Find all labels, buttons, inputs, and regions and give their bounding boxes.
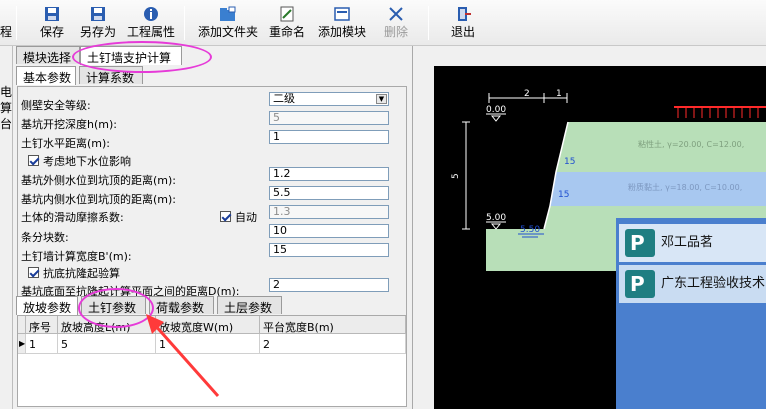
chevron-down-icon[interactable]: ▼	[376, 94, 387, 104]
groundwater-checkbox[interactable]: 考虑地下水位影响	[28, 153, 131, 169]
project-properties-icon	[144, 7, 158, 21]
outer-water-label: 基坑外侧水位到坑顶的距离(m):	[21, 174, 177, 187]
friction-auto-label: 自动	[235, 211, 257, 224]
popup-item-guangdong[interactable]: P 广东工程验收技术	[619, 265, 766, 303]
row-indicator-header	[18, 316, 26, 334]
nail-spacing-field[interactable]: 1	[269, 130, 389, 144]
safety-grade-select[interactable]: 二级 ▼	[269, 92, 389, 106]
annotation-arrow	[146, 314, 220, 397]
add-module-icon	[334, 7, 350, 21]
table-cell[interactable]: 2	[260, 334, 406, 354]
popup-item-label: 邓工品茗	[661, 235, 714, 250]
strips-field[interactable]: 10	[269, 224, 389, 238]
save-as-label: 另存为	[79, 25, 116, 39]
left-tree-strip: 电 算 台	[0, 46, 13, 409]
rename-button[interactable]: 重命名	[267, 6, 307, 42]
popup-item-label: 广东工程验收技术	[661, 276, 766, 291]
safety-grade-value: 二级	[273, 92, 295, 105]
save-label: 保存	[39, 25, 64, 39]
exit-label: 退出	[450, 25, 475, 39]
sub-tab-row: 基本参数 计算系数	[16, 66, 406, 85]
delete-button[interactable]: 删除	[382, 6, 410, 42]
add-module-label: 添加模块	[317, 25, 366, 39]
angle-label: 15	[558, 190, 569, 200]
popup-item-deng[interactable]: P 邓工品茗	[619, 224, 766, 262]
left-strip-text: 电	[0, 85, 13, 99]
left-strip-text: 台	[0, 117, 13, 131]
heave-checkbox[interactable]: 抗底抗隆起验算	[28, 265, 120, 281]
inner-water-field[interactable]: 5.5	[269, 186, 389, 200]
toolbar-partial-button[interactable]: 程	[0, 6, 12, 42]
add-folder-icon	[220, 6, 236, 21]
outer-water-field[interactable]: 1.2	[269, 167, 389, 181]
wall-width-label: 土钉墙计算宽度B'(m):	[21, 250, 132, 263]
project-properties-button[interactable]: 工程属性	[126, 6, 176, 42]
heave-check-label: 抗底抗隆起验算	[43, 267, 120, 280]
rename-label: 重命名	[268, 25, 305, 39]
friction-auto-checkbox[interactable]: 自动	[220, 209, 257, 225]
project-properties-label: 工程属性	[126, 25, 175, 39]
toolbar-separator	[428, 6, 429, 40]
elevation-marker-icon	[490, 115, 502, 122]
delete-label: 删除	[383, 25, 408, 39]
save-as-icon	[91, 7, 105, 21]
checkbox-checked-icon	[220, 211, 231, 222]
toolbar-separator	[184, 6, 185, 40]
nail-spacing-label: 土钉水平距离(m):	[21, 137, 111, 150]
strips-label: 条分块数:	[21, 231, 69, 244]
heave-distance-field[interactable]: 2	[269, 278, 389, 292]
pinming-logo-icon: P	[625, 229, 655, 257]
wall-width-field[interactable]: 15	[269, 243, 389, 257]
exit-icon	[458, 7, 471, 21]
table-header-platform-width[interactable]: 平台宽度B(m)	[260, 316, 406, 334]
surcharge-load-bar	[674, 106, 766, 108]
excavation-depth-field[interactable]: 5	[269, 111, 389, 125]
friction-label: 土体的滑动摩擦系数:	[21, 211, 124, 224]
row-pointer-icon: ▶	[18, 334, 26, 354]
add-folder-button[interactable]: 添加文件夹	[197, 6, 259, 42]
save-icon	[45, 7, 59, 21]
soil-label-upper: 粘性土, γ=20.00, C=12.00,	[638, 139, 744, 149]
top-dim-label-1: 2	[524, 89, 530, 99]
left-strip-text: 算	[0, 101, 13, 115]
height-dim-label: 5	[451, 173, 461, 179]
angle-label: 15	[564, 157, 575, 167]
table-cell[interactable]: 1	[26, 334, 58, 354]
inner-water-label: 基坑内侧水位到坑顶的距离(m):	[21, 193, 177, 206]
soil-label-water: 粉质黏土, γ=18.00, C=10.00,	[628, 182, 742, 192]
surcharge-load-arrows	[677, 108, 759, 118]
rename-icon	[280, 6, 294, 22]
highlight-ellipse	[72, 41, 212, 73]
add-module-button[interactable]: 添加模块	[316, 6, 368, 42]
add-folder-label: 添加文件夹	[197, 25, 258, 39]
tab-basic-params[interactable]: 基本参数	[16, 66, 76, 85]
arrow-shaft	[152, 323, 220, 397]
groundwater-check-label: 考虑地下水位影响	[43, 155, 131, 168]
checkbox-checked-icon	[28, 267, 39, 278]
elevation-marker-icon	[490, 223, 502, 230]
safety-grade-label: 侧壁安全等级:	[21, 99, 91, 112]
save-button[interactable]: 保存	[38, 6, 66, 42]
toolbar: 程 保存 另存为 工程属性 添加文件夹 重命名 添加模块 删除 退出	[0, 0, 766, 46]
friction-field[interactable]: 1.3	[269, 205, 389, 219]
toolbar-partial-label: 程	[0, 25, 13, 39]
tab-slope-params[interactable]: 放坡参数	[16, 296, 78, 315]
delete-icon	[389, 7, 403, 21]
pinming-logo-icon: P	[625, 270, 655, 298]
toolbar-separator	[16, 6, 17, 40]
exit-button[interactable]: 退出	[448, 6, 478, 42]
tab-module-select[interactable]: 模块选择	[16, 46, 80, 65]
app-shortcut-popup: P 邓工品茗 P 广东工程验收技术	[616, 218, 766, 409]
checkbox-checked-icon	[28, 155, 39, 166]
table-header-index[interactable]: 序号	[26, 316, 58, 334]
save-as-button[interactable]: 另存为	[78, 6, 118, 42]
excavation-depth-label: 基坑开挖深度h(m):	[21, 118, 117, 131]
top-dim-label-2: 1	[556, 89, 562, 99]
